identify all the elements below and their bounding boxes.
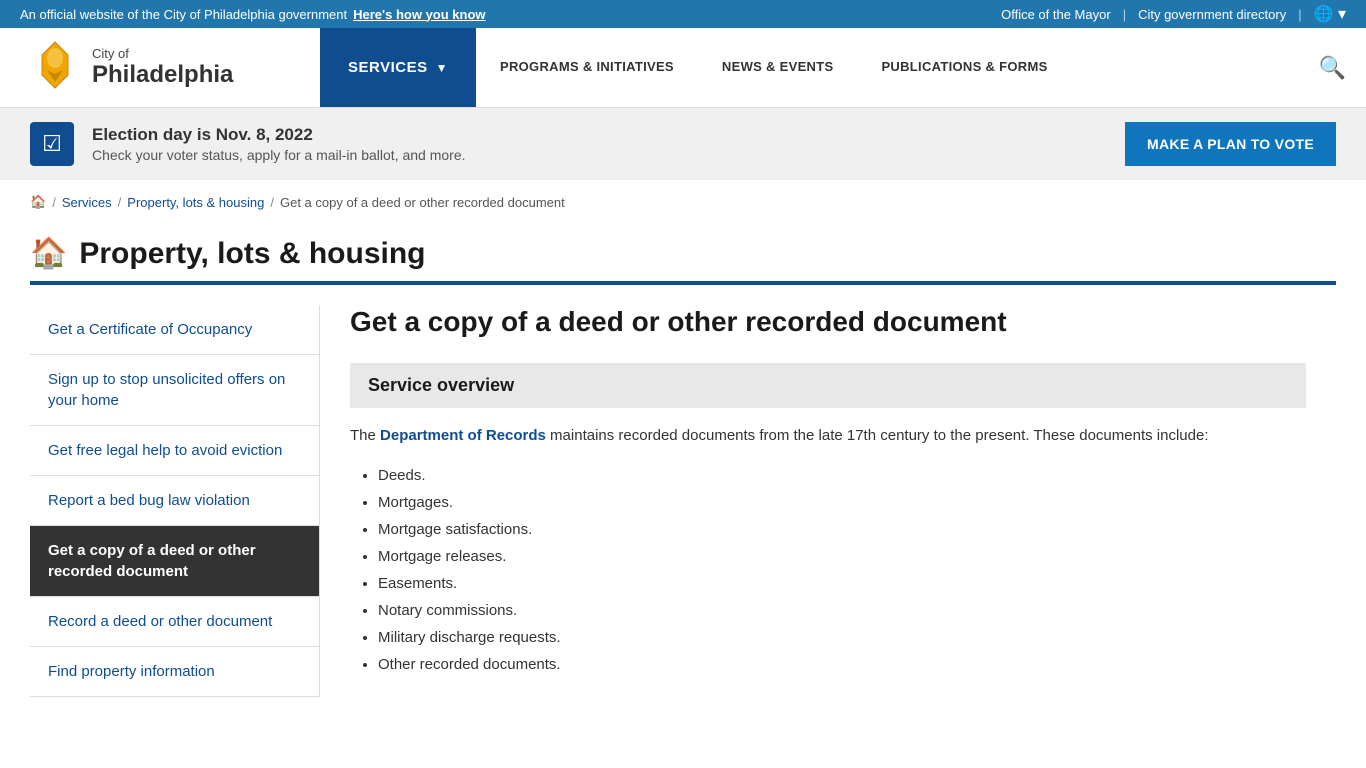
nav-services-button[interactable]: SERVICES ▼ [320, 28, 476, 107]
logo-philly: Philadelphia [92, 61, 233, 89]
service-list-item: Mortgage satisfactions. [378, 516, 1306, 543]
sidebar-item-property-info[interactable]: Find property information [30, 647, 319, 697]
service-overview-box: Service overview [350, 363, 1306, 408]
service-overview-title: Service overview [368, 375, 514, 395]
sidebar-item-deed-copy[interactable]: Get a copy of a deed or other recorded d… [30, 526, 319, 597]
page-title-area: 🏠 Property, lots & housing [0, 220, 1366, 271]
breadcrumb-home[interactable]: 🏠 [30, 194, 46, 210]
election-title: Election day is Nov. 8, 2022 [92, 125, 466, 145]
city-directory-link[interactable]: City government directory [1138, 7, 1286, 22]
breadcrumb-property[interactable]: Property, lots & housing [127, 195, 264, 210]
election-text: Election day is Nov. 8, 2022 Check your … [92, 125, 466, 163]
election-left: ☑ Election day is Nov. 8, 2022 Check you… [30, 122, 466, 166]
service-list-item: Other recorded documents. [378, 651, 1306, 678]
breadcrumb: 🏠 / Services / Property, lots & housing … [0, 184, 1366, 220]
services-caret-icon: ▼ [436, 61, 448, 75]
nav-programs-link[interactable]: PROGRAMS & INITIATIVES [476, 28, 698, 107]
breadcrumb-current: Get a copy of a deed or other recorded d… [280, 195, 565, 210]
main-content: Get a copy of a deed or other recorded d… [320, 305, 1336, 697]
how-to-know-link[interactable]: Here's how you know [353, 7, 485, 22]
breadcrumb-services[interactable]: Services [62, 195, 112, 210]
official-text: An official website of the City of Phila… [20, 7, 347, 22]
sidebar-item-unsolicited[interactable]: Sign up to stop unsolicited offers on yo… [30, 355, 319, 426]
election-banner: ☑ Election day is Nov. 8, 2022 Check you… [0, 108, 1366, 180]
logo-city: City of [92, 46, 233, 61]
top-bar-left: An official website of the City of Phila… [20, 7, 486, 22]
globe-icon[interactable]: 🌐 ▾ [1314, 4, 1346, 24]
search-icon: 🔍 [1319, 55, 1346, 81]
service-list-item: Mortgages. [378, 489, 1306, 516]
mayor-link[interactable]: Office of the Mayor [1001, 7, 1111, 22]
service-list-item: Mortgage releases. [378, 543, 1306, 570]
service-list-item: Notary commissions. [378, 597, 1306, 624]
nav-publications-link[interactable]: PUBLICATIONS & FORMS [857, 28, 1071, 107]
search-button[interactable]: 🔍 [1299, 28, 1366, 107]
service-description: The Department of Records maintains reco… [350, 424, 1306, 448]
header: City of Philadelphia SERVICES ▼ PROGRAMS… [0, 28, 1366, 108]
service-list: Deeds.Mortgages.Mortgage satisfactions.M… [350, 462, 1306, 678]
service-list-item: Easements. [378, 570, 1306, 597]
sidebar-item-record-deed[interactable]: Record a deed or other document [30, 597, 319, 647]
service-list-item: Deeds. [378, 462, 1306, 489]
nav-news-link[interactable]: NEWS & EVENTS [698, 28, 858, 107]
sidebar: Get a Certificate of Occupancy Sign up t… [30, 305, 320, 697]
top-bar-right: Office of the Mayor | City government di… [1001, 4, 1346, 24]
logo-text: City of Philadelphia [92, 46, 233, 89]
main-content-title: Get a copy of a deed or other recorded d… [350, 305, 1306, 339]
dept-records-link[interactable]: Department of Records [380, 427, 546, 444]
city-logo [30, 40, 80, 95]
sidebar-item-certificate[interactable]: Get a Certificate of Occupancy [30, 305, 319, 355]
make-plan-vote-button[interactable]: MAKE A PLAN TO VOTE [1125, 122, 1336, 166]
top-bar: An official website of the City of Phila… [0, 0, 1366, 28]
sidebar-item-bedbug[interactable]: Report a bed bug law violation [30, 476, 319, 526]
service-list-item: Military discharge requests. [378, 624, 1306, 651]
property-icon: 🏠 [30, 236, 67, 271]
main-nav: SERVICES ▼ PROGRAMS & INITIATIVES NEWS &… [320, 28, 1366, 107]
election-icon: ☑ [30, 122, 74, 166]
election-subtitle: Check your voter status, apply for a mai… [92, 147, 466, 163]
page-title: Property, lots & housing [79, 237, 425, 271]
logo-area: City of Philadelphia [0, 28, 320, 107]
sidebar-item-eviction[interactable]: Get free legal help to avoid eviction [30, 426, 319, 476]
content-area: Get a Certificate of Occupancy Sign up t… [0, 285, 1366, 717]
